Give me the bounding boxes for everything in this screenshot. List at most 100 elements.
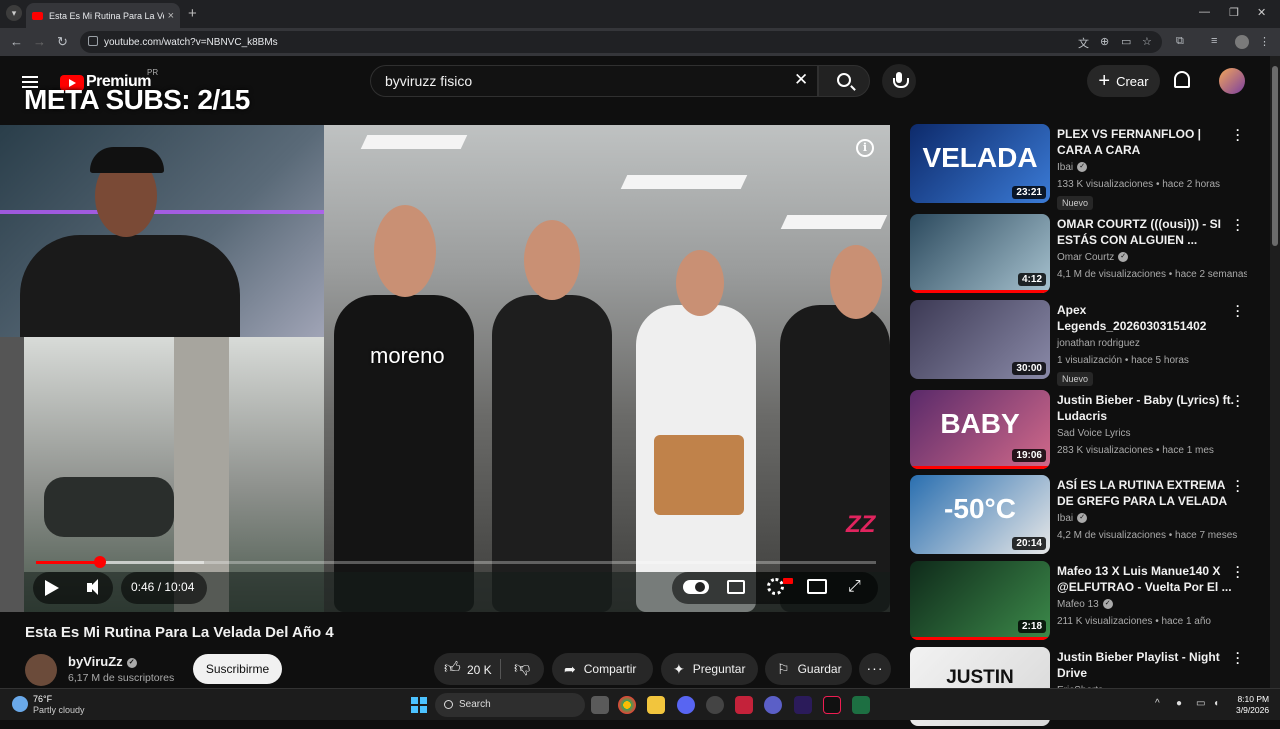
zoom-icon[interactable]: ⊕ [1100, 35, 1109, 48]
new-tab-icon[interactable]: + [188, 5, 197, 22]
voice-search-mic-icon[interactable] [882, 64, 916, 98]
channel-avatar[interactable] [25, 654, 57, 686]
subscribe-button[interactable]: Suscribirme [193, 654, 282, 684]
windows-start-icon[interactable] [411, 697, 427, 713]
create-button[interactable]: + Crear [1087, 65, 1160, 97]
forward-icon[interactable]: → [33, 34, 46, 49]
share-button[interactable]: ➦ Compartir [552, 653, 653, 685]
more-options-icon[interactable]: · · · [1236, 561, 1240, 583]
page-scrollbar[interactable] [1270, 56, 1280, 688]
related-video-title[interactable]: Justin Bieber - Baby (Lyrics) ft. Ludacr… [1057, 392, 1237, 424]
weather-icon[interactable] [12, 696, 28, 712]
channel-name[interactable]: byViruZz ✓ [68, 654, 137, 669]
more-options-icon[interactable]: · · · [1236, 214, 1240, 236]
tiktok-icon[interactable] [823, 696, 841, 714]
microphone-tray-icon[interactable]: ● [1176, 698, 1182, 709]
play-icon[interactable] [33, 572, 69, 604]
related-video-channel-name[interactable]: Ibai [1057, 513, 1073, 524]
browser-menu-icon[interactable]: ⋮ [1259, 35, 1270, 48]
address-bar[interactable]: youtube.com/watch?v=NBNVC_k8BMs [80, 31, 1162, 53]
related-video-title[interactable]: ASÍ ES LA RUTINA EXTREMA DE GREFG PARA L… [1057, 477, 1237, 509]
tab-search-dropdown-icon[interactable]: ▾ [6, 5, 22, 21]
bookmark-star-icon[interactable]: ☆ [1142, 35, 1152, 48]
related-video-channel-name[interactable]: Ibai [1057, 162, 1073, 173]
related-video-item[interactable]: BABY 19:06 Justin Bieber - Baby (Lyrics) f… [910, 390, 1260, 472]
weather-condition[interactable]: Partly cloudy [33, 705, 85, 715]
browser-profile-avatar[interactable] [1235, 35, 1249, 49]
site-info-icon[interactable] [88, 36, 98, 46]
video-thumbnail[interactable]: 30:00 [910, 300, 1050, 379]
related-video-title[interactable]: OMAR COURTZ (((ousi))) - SI ESTÁS CON AL… [1057, 216, 1237, 248]
more-options-icon[interactable]: · · · [1236, 390, 1240, 412]
fullscreen-icon[interactable]: ⤢ [848, 578, 861, 596]
theater-mode-icon[interactable] [807, 579, 827, 594]
close-tab-icon[interactable]: × [168, 10, 174, 22]
ask-button[interactable]: ✦ Preguntar [661, 653, 758, 685]
close-window-icon[interactable]: ✕ [1257, 6, 1266, 19]
like-count[interactable]: 20 K [467, 663, 492, 677]
related-video-channel-name[interactable]: Omar Courtz [1057, 252, 1114, 263]
back-icon[interactable]: ← [10, 34, 23, 49]
more-options-icon[interactable]: · · · [1236, 647, 1240, 669]
video-thumbnail[interactable]: 2:18 [910, 561, 1050, 640]
restore-icon[interactable]: ❐ [1229, 6, 1239, 19]
progress-bar[interactable] [36, 556, 876, 568]
related-video-channel[interactable]: Ibai ✓ [1057, 513, 1088, 524]
related-video-channel[interactable]: Omar Courtz ✓ [1057, 252, 1129, 263]
taskbar-search[interactable]: Search [435, 693, 585, 717]
related-video-channel[interactable]: jonathan rodriguez [1057, 338, 1140, 349]
app-icon[interactable] [706, 696, 724, 714]
more-options-icon[interactable]: · · · [1236, 300, 1240, 322]
vpn-icon[interactable] [764, 696, 782, 714]
video-thumbnail[interactable]: -50°C 20:14 [910, 475, 1050, 554]
discord-icon[interactable] [677, 696, 695, 714]
related-video-channel-name[interactable]: jonathan rodriguez [1057, 338, 1140, 349]
cast-icon[interactable]: ▭ [1121, 35, 1131, 48]
file-explorer-icon[interactable] [647, 696, 665, 714]
related-video-item[interactable]: VELADA 23:21 PLEX VS FERNANFLOO | CARA A C… [910, 124, 1260, 210]
reload-icon[interactable]: ↻ [57, 34, 68, 50]
search-button[interactable] [818, 65, 870, 97]
valorant-icon[interactable] [735, 696, 753, 714]
related-video-item[interactable]: -50°C 20:14 ASÍ ES LA RUTINA EXTREMA DE GR… [910, 475, 1260, 557]
task-view-icon[interactable] [591, 696, 609, 714]
related-video-item[interactable]: 2:18 Mafeo 13 X Luis Manue140 X @ELFUTRAO… [910, 561, 1260, 643]
volume-icon[interactable] [77, 572, 113, 604]
related-video-channel[interactable]: Mafeo 13 ✓ [1057, 599, 1113, 610]
tray-overflow-icon[interactable]: ^ [1155, 698, 1160, 709]
progress-scrubber[interactable] [93, 556, 106, 568]
video-thumbnail[interactable]: BABY 19:06 [910, 390, 1050, 469]
related-video-channel-name[interactable]: Mafeo 13 [1057, 599, 1099, 610]
speaker-icon[interactable]: ◖ [1213, 698, 1219, 709]
related-video-title[interactable]: PLEX VS FERNANFLOO | CARA A CARA [1057, 126, 1237, 158]
related-video-item[interactable]: 30:00 Apex Legends_20260303151402 jonathan… [910, 300, 1260, 386]
related-video-channel[interactable]: Sad Voice Lyrics [1057, 428, 1131, 439]
video-player[interactable]: moreno i ZZ [0, 125, 890, 612]
extensions-icon[interactable]: ⧉ [1176, 35, 1184, 48]
related-video-item[interactable]: 4:12 OMAR COURTZ (((ousi))) - SI ESTÁS CO… [910, 214, 1260, 296]
scrollbar-thumb[interactable] [1272, 66, 1278, 246]
minimize-icon[interactable]: — [1199, 6, 1210, 18]
info-icon[interactable]: i [856, 139, 874, 157]
related-video-channel-name[interactable]: Sad Voice Lyrics [1057, 428, 1131, 439]
taskbar-clock[interactable]: 8:10 PM 3/9/2026 [1236, 694, 1269, 716]
more-actions-icon[interactable]: ··· [859, 653, 891, 685]
notifications-bell-icon[interactable] [1174, 71, 1190, 88]
more-options-icon[interactable]: · · · [1236, 475, 1240, 497]
settings-gear-icon[interactable] [767, 578, 784, 595]
save-button[interactable]: ⚐ Guardar [765, 653, 852, 685]
autoplay-toggle[interactable] [683, 580, 709, 594]
user-avatar[interactable] [1219, 68, 1245, 94]
video-thumbnail[interactable]: VELADA 23:21 [910, 124, 1050, 203]
related-video-title[interactable]: Apex Legends_20260303151402 [1057, 302, 1237, 334]
video-thumbnail[interactable]: 4:12 [910, 214, 1050, 293]
related-video-title[interactable]: Justin Bieber Playlist - Night Drive [1057, 649, 1237, 681]
translate-icon[interactable]: 文 [1078, 35, 1089, 51]
excel-icon[interactable] [852, 696, 870, 714]
subtitles-icon[interactable] [727, 580, 745, 594]
thumbs-down-icon[interactable]: 👎︎ [514, 659, 530, 678]
related-video-title[interactable]: Mafeo 13 X Luis Manue140 X @ELFUTRAO - V… [1057, 563, 1237, 595]
thumbs-up-icon[interactable]: 👍︎ [444, 659, 461, 678]
more-options-icon[interactable]: · · · [1236, 124, 1240, 146]
search-input[interactable]: byviruzz fisico [370, 65, 818, 97]
